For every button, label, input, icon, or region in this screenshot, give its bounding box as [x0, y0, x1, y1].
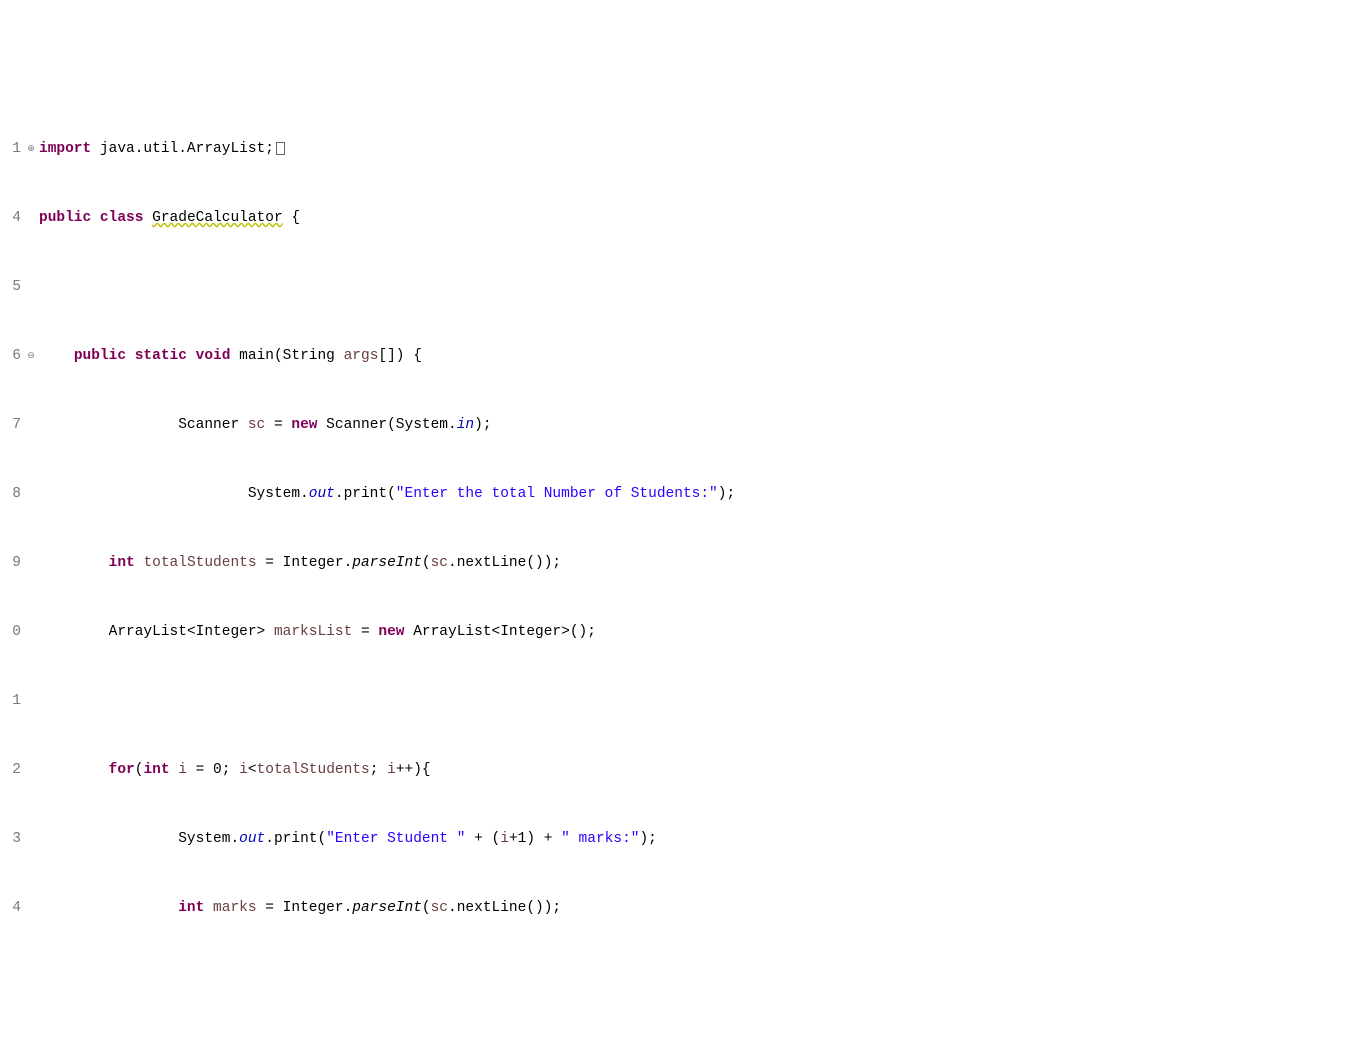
code-line[interactable]: for(int i = 0; i<totalStudents; i++){ [38, 759, 1360, 782]
code-line[interactable]: System.out.print("Enter the total Number… [38, 483, 1360, 506]
code-line[interactable]: int totalStudents = Integer.parseInt(sc.… [38, 552, 1360, 575]
line-number: 3 [0, 828, 21, 851]
code-area[interactable]: import java.util.ArrayList; public class… [38, 92, 1360, 924]
fold-column: ⊕ ⊖ [24, 92, 38, 924]
code-line[interactable]: public static void main(String args[]) { [38, 345, 1360, 368]
line-number: 4 [0, 897, 21, 920]
line-number: 9 [0, 552, 21, 575]
line-number: 1 [0, 690, 21, 713]
line-number: 6 [0, 345, 21, 368]
fold-expanded-icon[interactable]: ⊖ [24, 345, 38, 368]
fold-placeholder-icon[interactable] [276, 142, 285, 155]
line-number: 7 [0, 414, 21, 437]
code-line[interactable]: public class GradeCalculator { [38, 207, 1360, 230]
code-line[interactable]: int marks = Integer.parseInt(sc.nextLine… [38, 897, 1360, 920]
code-editor: 1 4 5 6 7 8 9 0 1 2 3 4 5 6 7 8 9 0 1 2 … [0, 92, 1360, 924]
line-number-gutter: 1 4 5 6 7 8 9 0 1 2 3 4 5 6 7 8 9 0 1 2 … [0, 92, 24, 924]
line-number: 2 [0, 759, 21, 782]
code-line[interactable]: System.out.print("Enter Student " + (i+1… [38, 828, 1360, 851]
code-line[interactable] [38, 690, 1360, 713]
fold-collapsed-icon[interactable]: ⊕ [24, 138, 38, 161]
code-line[interactable]: import java.util.ArrayList; [38, 138, 1360, 161]
code-line[interactable] [38, 276, 1360, 299]
line-number: 5 [0, 276, 21, 299]
code-line[interactable]: Scanner sc = new Scanner(System.in); [38, 414, 1360, 437]
line-number: 0 [0, 621, 21, 644]
code-line[interactable]: ArrayList<Integer> marksList = new Array… [38, 621, 1360, 644]
line-number: 4 [0, 207, 21, 230]
line-number: 8 [0, 483, 21, 506]
line-number: 1 [0, 138, 21, 161]
